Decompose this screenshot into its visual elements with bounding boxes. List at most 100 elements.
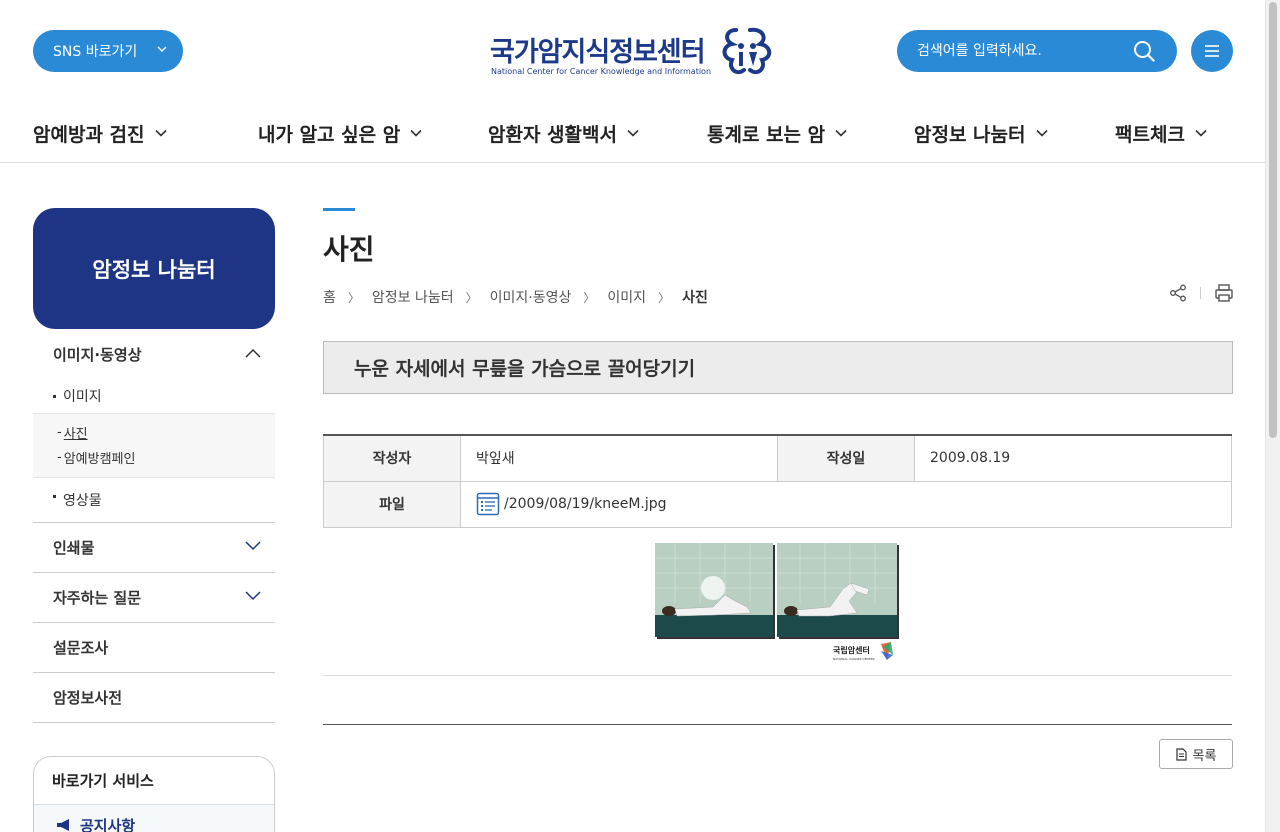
file-name: /2009/08/19/kneeM.jpg — [504, 496, 667, 512]
gnb-item-label: 팩트체크 — [1115, 123, 1185, 146]
gnb-item-fact-check[interactable]: 팩트체크 — [1115, 118, 1207, 148]
author-value: 박잎새 — [460, 434, 778, 482]
sidebar-item-label: 암정보사전 — [53, 689, 123, 707]
gnb-item-cancer-info[interactable]: 내가 알고 싶은 암 — [258, 118, 422, 148]
toolbar-divider — [1200, 287, 1201, 299]
quick-links-panel: 바로가기 서비스 공지사항 — [33, 756, 275, 832]
sidebar-subitem-video[interactable]: 영상물 — [33, 478, 275, 523]
logo-subtitle: National Center for Cancer Knowledge and… — [491, 67, 712, 76]
dash-bullet: - — [57, 450, 62, 465]
title-accent-bar — [323, 208, 355, 211]
megaphone-icon — [57, 819, 69, 831]
hamburger-icon — [1205, 45, 1219, 57]
scrollbar-thumb[interactable] — [1269, 2, 1277, 438]
sns-shortcut-label: SNS 바로가기 — [53, 44, 138, 60]
search-box — [897, 30, 1177, 72]
sidebar-subitem-image[interactable]: 이미지 — [33, 378, 275, 414]
author-label: 작성자 — [323, 434, 461, 482]
sidebar-item-label: 이미지·동영상 — [53, 345, 142, 364]
sidebar-item-label: 설문조사 — [53, 639, 109, 657]
breadcrumb: 홈 〉 암정보 나눔터 〉 이미지·동영상 〉 이미지 〉 사진 — [323, 287, 708, 307]
sidebar-menu: 이미지·동영상 이미지 - 사진 - 암예방캠페인 영상물 인쇄물 자주하는 질… — [33, 330, 275, 723]
sns-shortcut-button[interactable]: SNS 바로가기 — [33, 30, 183, 72]
sidebar-subitem-label: 이미지 — [63, 388, 102, 405]
date-value: 2009.08.19 — [914, 434, 1232, 482]
sidebar-item-dictionary[interactable]: 암정보사전 — [33, 673, 275, 723]
gnb-item-patient-life[interactable]: 암환자 생활백서 — [488, 118, 639, 148]
chevron-up-icon — [245, 348, 261, 358]
chevron-down-icon — [410, 129, 422, 137]
post-info-table: 작성자 박잎새 작성일 2009.08.19 파일 /2009/08/19/kn… — [323, 434, 1232, 528]
content-bottom-border — [323, 724, 1232, 725]
logo-mark-icon — [722, 27, 772, 75]
site-logo[interactable]: 국가암지식정보센터 National Center for Cancer Kno… — [490, 24, 780, 80]
file-link[interactable]: /2009/08/19/kneeM.jpg — [476, 492, 1231, 516]
breadcrumb-image[interactable]: 이미지 — [607, 287, 646, 307]
sidebar-image-children: - 사진 - 암예방캠페인 — [33, 414, 275, 478]
gnb-item-info-sharing[interactable]: 암정보 나눔터 — [914, 118, 1048, 148]
sidebar-item-label: 자주하는 질문 — [53, 589, 142, 607]
page-title: 사진 — [323, 233, 375, 266]
quick-link-label: 공지사항 — [80, 816, 136, 832]
sidebar-title: 암정보 나눔터 — [33, 208, 275, 329]
quick-link-notice[interactable]: 공지사항 — [34, 805, 274, 832]
file-label: 파일 — [323, 480, 461, 528]
sidebar-link-label: 암예방캠페인 — [63, 452, 136, 467]
breadcrumb-separator: 〉 — [583, 290, 596, 305]
hamburger-menu-button[interactable] — [1191, 30, 1233, 72]
chevron-down-icon — [627, 129, 639, 137]
search-input[interactable] — [897, 30, 1127, 72]
logo-title: 국가암지식정보센터 — [490, 37, 706, 68]
site-header: SNS 바로가기 국가암지식정보센터 National Center for C… — [0, 0, 1265, 163]
gnb-item-label: 통계로 보는 암 — [707, 123, 826, 146]
search-icon[interactable] — [1133, 40, 1155, 62]
main-navigation: 암예방과 검진 내가 알고 싶은 암 암환자 생활백서 통계로 보는 암 암정보… — [0, 118, 1265, 148]
exercise-photo: 국립암센터 NATIONAL CANCER CENTER — [655, 543, 899, 661]
post-title: 누운 자세에서 무릎을 가슴으로 끌어당기기 — [323, 341, 1233, 394]
table-row: 파일 /2009/08/19/kneeM.jpg — [323, 480, 1232, 528]
date-label: 작성일 — [777, 434, 915, 482]
chevron-down-icon — [245, 591, 261, 601]
quick-links-title: 바로가기 서비스 — [34, 757, 274, 805]
sidebar-item-image-video[interactable]: 이미지·동영상 — [33, 330, 275, 378]
breadcrumb-separator: 〉 — [347, 290, 360, 305]
share-icon[interactable] — [1169, 284, 1187, 302]
page-scrollbar[interactable] — [1265, 0, 1280, 832]
chevron-down-icon — [835, 129, 847, 137]
chevron-down-icon — [245, 541, 261, 551]
gnb-item-statistics[interactable]: 통계로 보는 암 — [707, 118, 847, 148]
chevron-down-icon — [1035, 129, 1048, 137]
photo-watermark-subtext: NATIONAL CANCER CENTER — [833, 657, 875, 661]
gnb-item-label: 암환자 생활백서 — [488, 123, 617, 146]
sidebar-link-label: 사진 — [63, 427, 88, 442]
file-cell: /2009/08/19/kneeM.jpg — [460, 480, 1232, 528]
gnb-item-label: 암예방과 검진 — [33, 123, 145, 146]
gnb-item-label: 암정보 나눔터 — [914, 123, 1026, 146]
photo-watermark-text: 국립암센터 — [833, 645, 870, 655]
list-button[interactable]: 목록 — [1159, 739, 1233, 769]
breadcrumb-current: 사진 — [682, 290, 708, 306]
list-button-label: 목록 — [1192, 748, 1217, 764]
dash-bullet: - — [57, 425, 62, 440]
print-icon[interactable] — [1214, 283, 1234, 303]
sidebar-link-photo[interactable]: - 사진 — [33, 420, 275, 445]
breadcrumb-separator: 〉 — [658, 290, 671, 305]
sidebar-link-campaign[interactable]: - 암예방캠페인 — [33, 445, 275, 470]
gnb-item-label: 내가 알고 싶은 암 — [258, 123, 401, 146]
chevron-down-icon — [157, 46, 167, 52]
gnb-item-cancer-prevention[interactable]: 암예방과 검진 — [33, 118, 167, 148]
chevron-down-icon — [1195, 129, 1207, 137]
breadcrumb-separator: 〉 — [465, 290, 478, 305]
sidebar-item-faq[interactable]: 자주하는 질문 — [33, 573, 275, 623]
breadcrumb-info-sharing[interactable]: 암정보 나눔터 — [372, 287, 454, 307]
breadcrumb-image-video[interactable]: 이미지·동영상 — [490, 287, 572, 307]
sidebar-subitem-label: 영상물 — [63, 493, 102, 509]
chevron-down-icon — [154, 129, 167, 137]
file-list-icon — [476, 492, 500, 516]
breadcrumb-home[interactable]: 홈 — [323, 287, 336, 307]
sidebar-item-label: 인쇄물 — [53, 539, 95, 557]
sidebar-item-prints[interactable]: 인쇄물 — [33, 523, 275, 573]
sidebar-item-survey[interactable]: 설문조사 — [33, 623, 275, 673]
content-divider — [323, 675, 1232, 676]
table-row: 작성자 박잎새 작성일 2009.08.19 — [323, 434, 1232, 482]
